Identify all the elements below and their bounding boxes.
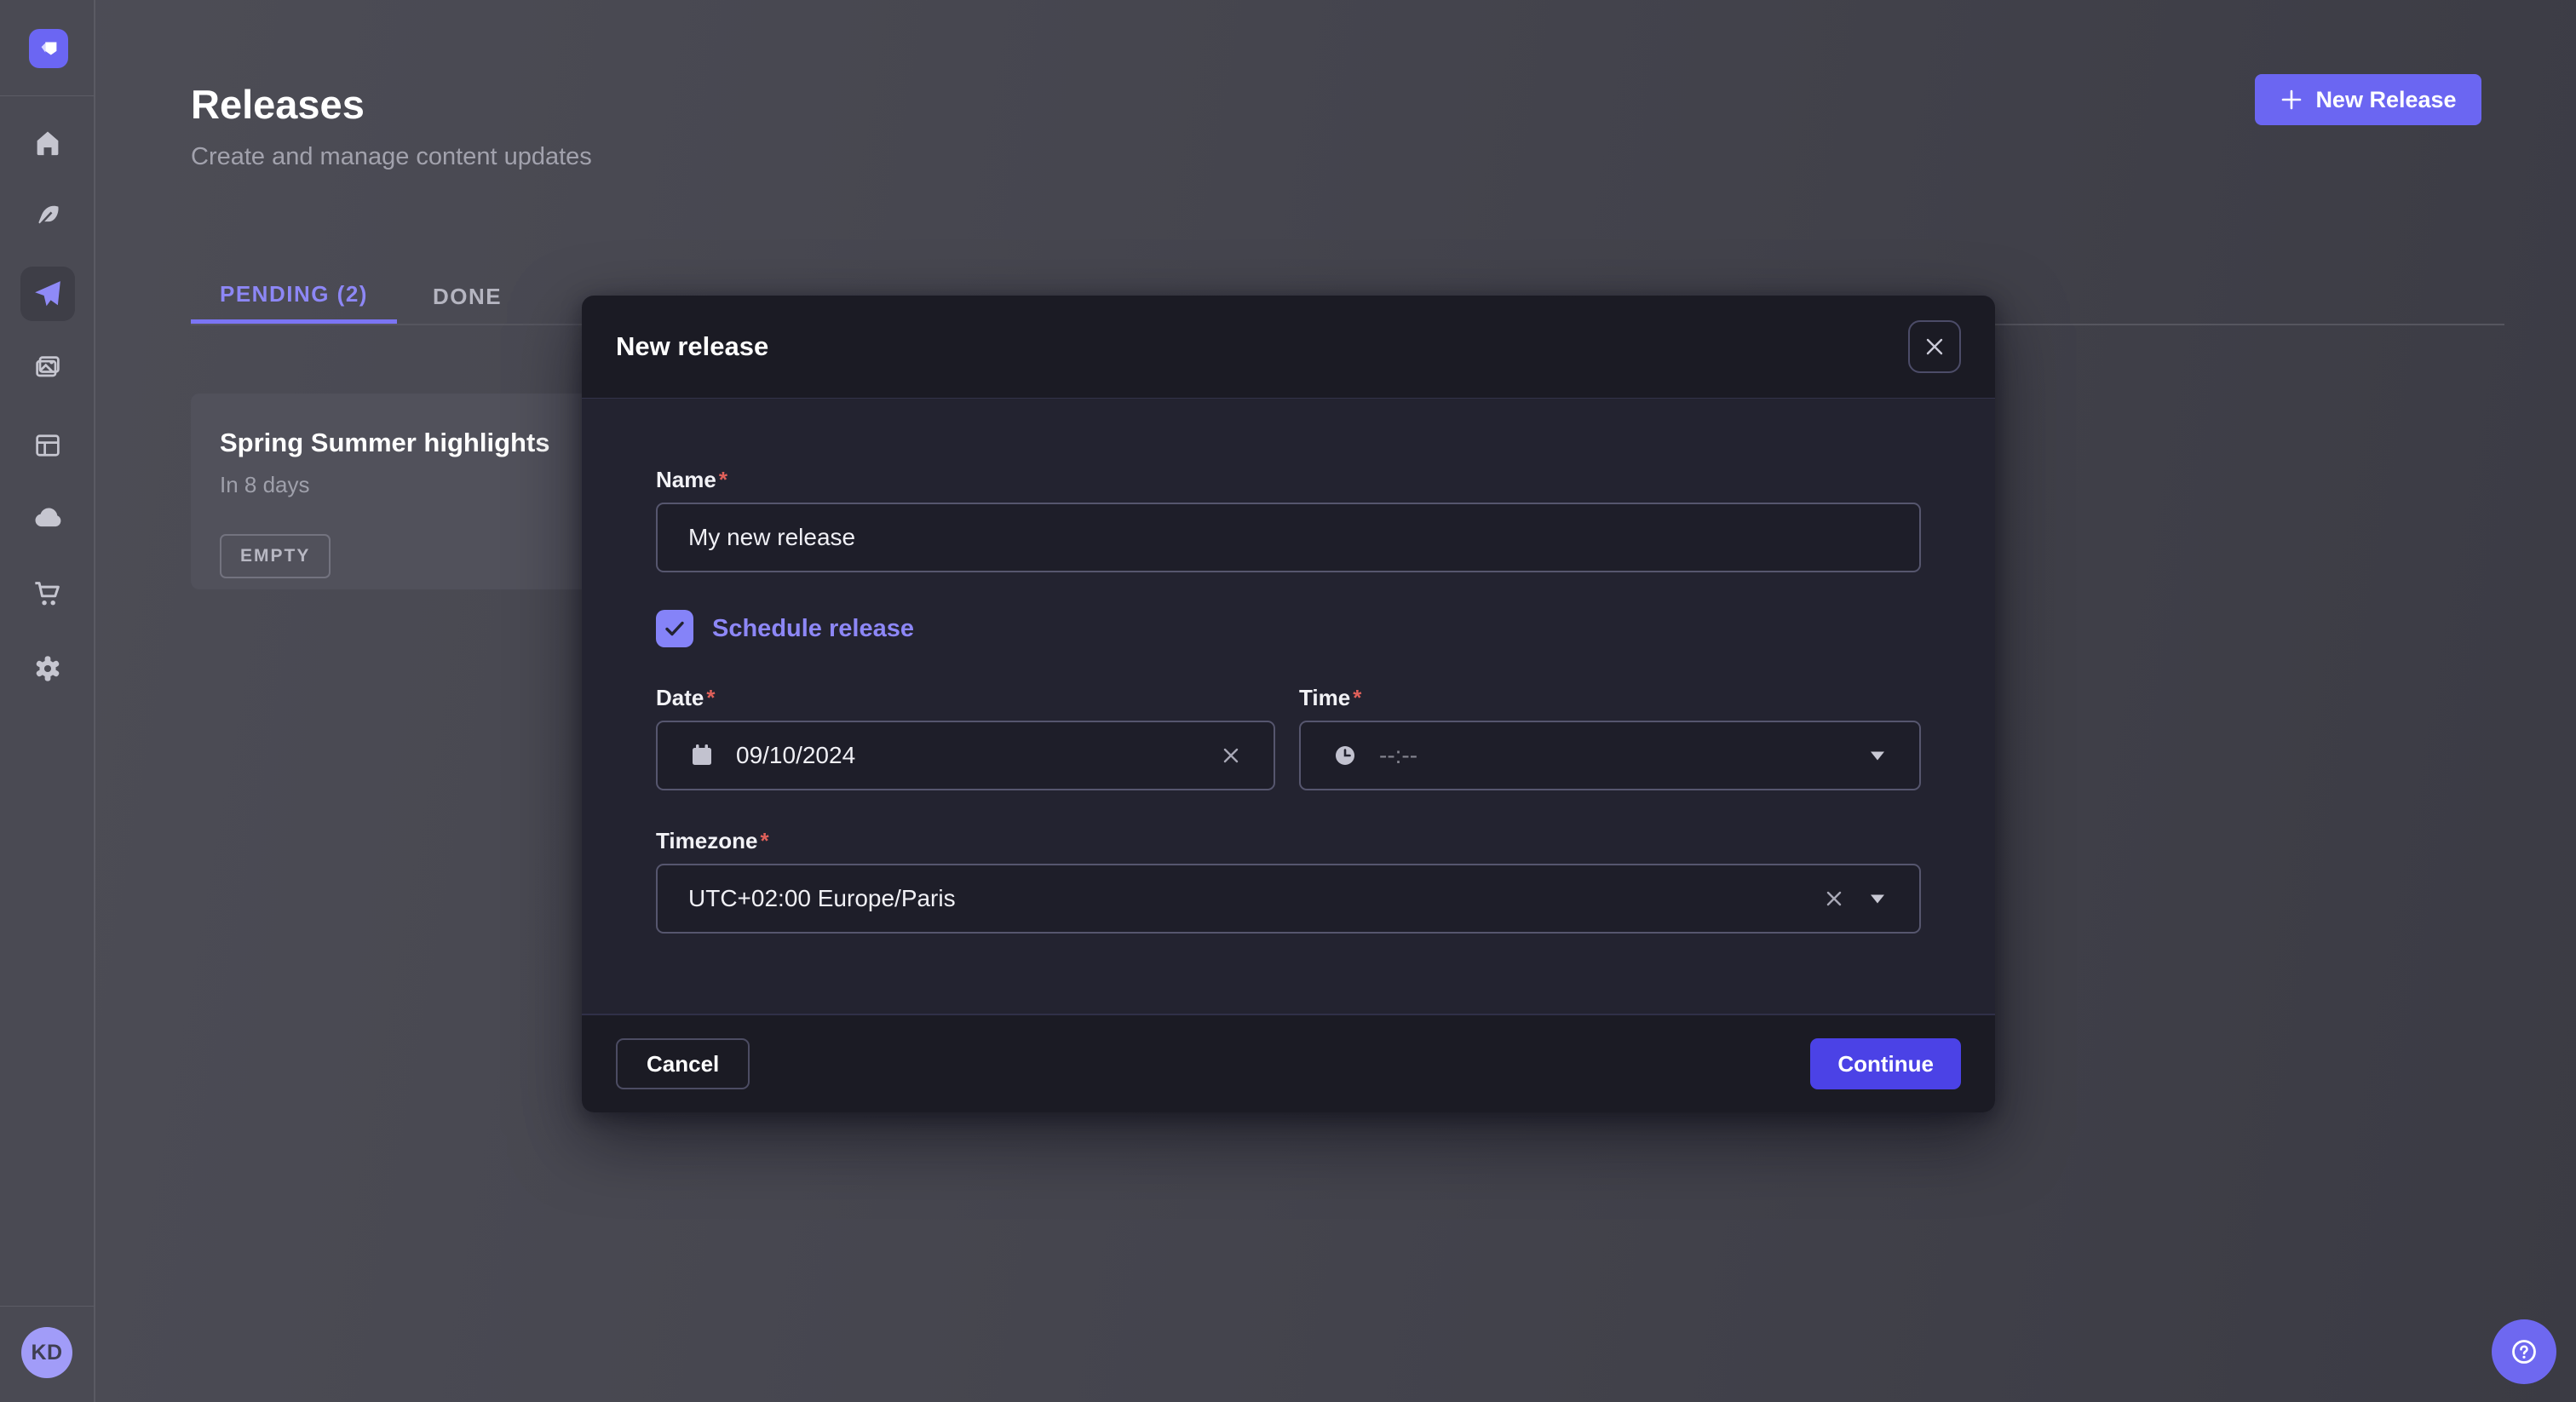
- images-icon: [32, 353, 63, 383]
- timezone-input[interactable]: UTC+02:00 Europe/Paris: [656, 864, 1921, 934]
- sidebar-divider-bottom: [0, 1306, 95, 1307]
- feather-icon: [32, 202, 63, 233]
- close-icon: [1923, 335, 1946, 359]
- new-release-button[interactable]: New Release: [2255, 74, 2481, 125]
- send-icon: [32, 278, 64, 310]
- required-marker: *: [706, 685, 715, 710]
- calendar-icon: [688, 742, 716, 769]
- plus-icon: [2280, 88, 2303, 112]
- sidebar-item-pages[interactable]: [20, 418, 75, 473]
- help-button[interactable]: [2492, 1319, 2556, 1384]
- cancel-button[interactable]: Cancel: [616, 1038, 750, 1089]
- timezone-input-value: UTC+02:00 Europe/Paris: [688, 885, 956, 912]
- schedule-release-label: Schedule release: [712, 615, 914, 643]
- time-input[interactable]: --:--: [1299, 721, 1921, 790]
- user-avatar[interactable]: KD: [21, 1327, 72, 1378]
- release-card-status-badge: EMPTY: [220, 534, 331, 578]
- home-icon: [32, 128, 63, 158]
- modal-footer: Cancel Continue: [582, 1014, 1995, 1112]
- sidebar: KD: [0, 0, 95, 1402]
- required-marker: *: [719, 467, 727, 492]
- name-input[interactable]: My new release: [656, 503, 1921, 572]
- sidebar-item-commerce[interactable]: [20, 566, 75, 621]
- sidebar-item-media[interactable]: [20, 341, 75, 395]
- sidebar-item-releases[interactable]: [20, 267, 75, 321]
- cloud-icon: [32, 503, 63, 533]
- modal-body: Name* My new release Schedule release Da…: [582, 399, 1995, 1014]
- required-marker: *: [760, 828, 768, 853]
- modal-title: New release: [616, 331, 768, 362]
- cart-icon: [32, 578, 63, 609]
- time-input-placeholder: --:--: [1379, 742, 1417, 769]
- modal-header: New release: [582, 296, 1995, 399]
- timezone-field-label: Timezone*: [656, 828, 769, 854]
- date-input[interactable]: 09/10/2024: [656, 721, 1275, 790]
- timezone-chevron-down-icon[interactable]: [1866, 888, 1889, 910]
- time-field-label: Time*: [1299, 685, 1361, 711]
- sidebar-item-cloud[interactable]: [20, 491, 75, 545]
- required-marker: *: [1353, 685, 1361, 710]
- timezone-clear-icon[interactable]: [1822, 887, 1846, 911]
- sidebar-item-feather[interactable]: [20, 190, 75, 244]
- sidebar-divider-top: [0, 95, 95, 96]
- app-logo-icon: [36, 36, 61, 61]
- checkbox-checked[interactable]: [656, 610, 693, 647]
- schedule-release-checkbox-row[interactable]: Schedule release: [656, 610, 914, 647]
- name-input-value: My new release: [688, 524, 855, 551]
- app-logo[interactable]: [29, 29, 68, 68]
- sidebar-item-home[interactable]: [20, 116, 75, 170]
- date-field-label: Date*: [656, 685, 715, 711]
- gear-icon: [32, 653, 63, 684]
- layout-icon: [32, 430, 63, 461]
- new-release-modal: New release Name* My new release Schedul…: [582, 296, 1995, 1112]
- help-icon: [2507, 1335, 2541, 1369]
- date-input-value: 09/10/2024: [736, 742, 855, 769]
- sidebar-item-settings[interactable]: [20, 641, 75, 696]
- check-icon: [662, 616, 687, 641]
- page-title: Releases: [191, 81, 365, 128]
- tab-pending[interactable]: PENDING (2): [191, 269, 397, 324]
- tab-done[interactable]: DONE: [404, 269, 531, 324]
- time-chevron-down-icon[interactable]: [1866, 744, 1889, 767]
- continue-button[interactable]: Continue: [1810, 1038, 1961, 1089]
- date-clear-icon[interactable]: [1219, 744, 1243, 767]
- name-field-label: Name*: [656, 467, 727, 493]
- page-subtitle: Create and manage content updates: [191, 143, 592, 171]
- new-release-label: New Release: [2315, 87, 2456, 113]
- clock-icon: [1331, 742, 1359, 769]
- modal-close-button[interactable]: [1908, 320, 1961, 373]
